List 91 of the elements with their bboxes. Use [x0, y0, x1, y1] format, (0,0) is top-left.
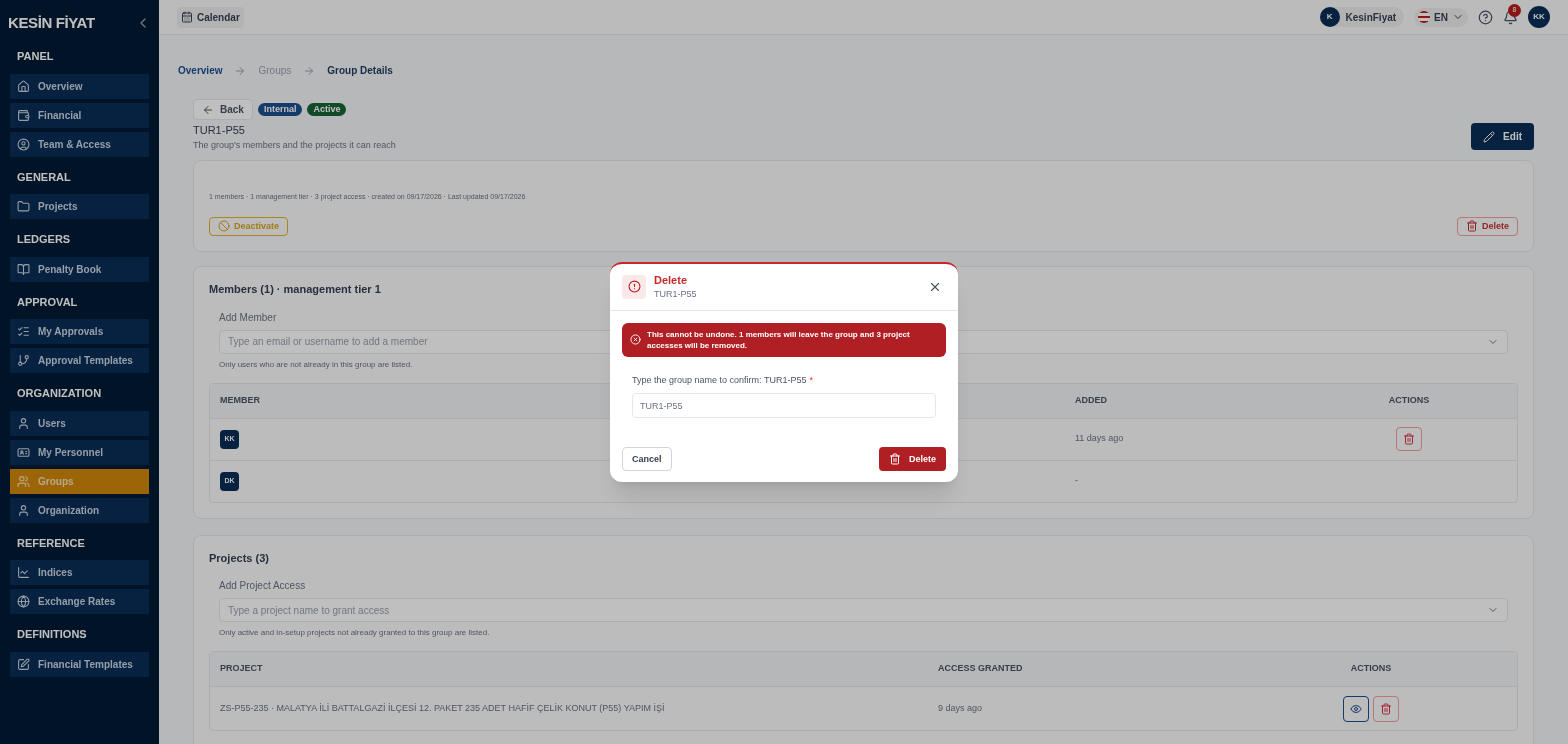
flag-icon	[1418, 11, 1431, 23]
arrow-left-icon	[202, 103, 214, 116]
nav-item[interactable]: Financial Templates	[10, 651, 149, 677]
folder-icon	[17, 200, 30, 213]
field-label: Add Member	[219, 310, 277, 325]
help-icon[interactable]	[1478, 9, 1493, 25]
nav-item[interactable]: Approval Templates	[10, 348, 149, 373]
language-selector[interactable]: EN	[1414, 7, 1468, 27]
trash-icon	[1466, 220, 1478, 233]
nav-item[interactable]: Organization	[10, 497, 149, 523]
dialog-subtitle: TUR1-P55	[654, 288, 697, 302]
cancel-button[interactable]: Cancel	[622, 447, 672, 472]
book-icon	[17, 262, 30, 276]
column-header: PROJECT	[220, 662, 263, 676]
alert-icon	[622, 274, 646, 299]
date-cell: -	[1075, 474, 1078, 488]
brand-logo: KESİN FİYAT	[8, 12, 95, 33]
id-card-icon	[17, 445, 30, 459]
user-icon	[17, 503, 30, 517]
date-cell: 11 days ago	[1075, 432, 1124, 446]
arrow-right-icon	[303, 64, 316, 77]
error-icon	[630, 334, 641, 346]
calendar-button[interactable]: Calendar	[177, 6, 244, 28]
column-header: MEMBER	[220, 393, 260, 407]
home-icon	[17, 79, 30, 93]
section-title: Projects (3)	[209, 550, 269, 566]
group-title: TUR1-P55	[193, 123, 246, 138]
pencil-icon	[1483, 130, 1496, 143]
nav-item[interactable]: Exchange Rates	[10, 589, 149, 614]
section-heading: ORGANIZATION	[16, 386, 103, 401]
remove-button[interactable]	[1373, 695, 1399, 722]
project-cell-text: ZS-P55-235 · MALATYA İLİ BATTALGAZİ İLÇESİ 12. PAKET 235 ADET HAFİF ÇELİK KONUT (P55) YAPIM İŞİ	[220, 701, 665, 715]
field-hint: Only users who are not already in this group are listed.	[219, 358, 413, 371]
breadcrumb: Group Details	[327, 64, 393, 78]
edit-icon	[17, 657, 30, 671]
view-button[interactable]	[1343, 695, 1369, 722]
branch-icon	[17, 354, 30, 367]
warning-text: This cannot be undone. 1 members will leave the group and 3 project accesses will be removed.	[647, 328, 911, 351]
users-icon	[17, 474, 30, 488]
section-heading: PANEL	[16, 49, 55, 64]
eye-icon	[1350, 702, 1362, 715]
field-label: Add Project Access	[219, 579, 306, 593]
group-subtitle: The group's members and the projects it can reach	[193, 138, 396, 152]
edit-button[interactable]: Edit	[1471, 123, 1534, 150]
field-label: Type the group name to confirm: TUR1-P55	[632, 373, 807, 387]
column-header: ACCESS GRANTED	[938, 662, 1023, 676]
nav-item[interactable]: My Approvals	[10, 319, 149, 344]
user-avatar[interactable]: KK	[1528, 6, 1550, 28]
nav-item[interactable]: Penalty Book	[10, 256, 149, 282]
section-title: Members (1) · management tier 1	[209, 282, 381, 297]
nav-item[interactable]: My Personnel	[10, 439, 149, 465]
chart-icon	[17, 566, 30, 579]
ban-icon	[218, 220, 230, 233]
section-heading: LEDGERS	[16, 232, 72, 247]
nav-item[interactable]: Indices	[10, 560, 149, 585]
trash-icon	[1380, 702, 1392, 715]
confirm-delete-button[interactable]: Delete	[879, 447, 946, 472]
trash-icon	[889, 453, 901, 466]
nav-item[interactable]: Overview	[10, 73, 149, 99]
column-header: ACTIONS	[1350, 662, 1392, 676]
arrow-right-icon	[234, 64, 247, 77]
delete-button[interactable]: Delete	[1457, 216, 1518, 236]
date-cell-text: 9 days ago	[938, 701, 983, 715]
breadcrumb[interactable]: Overview	[178, 63, 223, 78]
checklist-icon	[17, 325, 30, 338]
wallet-icon	[17, 108, 30, 122]
nav-item[interactable]: Users	[10, 410, 149, 436]
section-heading: DEFINITIONS	[16, 627, 88, 642]
remove-button[interactable]	[1396, 427, 1422, 451]
section-heading: REFERENCE	[16, 535, 86, 551]
status-badge: Active	[307, 102, 347, 117]
status-badge: Internal	[257, 102, 303, 117]
section-heading: APPROVAL	[16, 294, 79, 310]
dialog-title: Delete	[654, 272, 689, 288]
nav-item[interactable]: Financial	[10, 102, 149, 128]
trash-icon	[1403, 433, 1415, 445]
user-icon	[17, 416, 30, 430]
required-mark: *	[809, 373, 813, 387]
user-circle-icon	[17, 137, 30, 151]
section-heading: GENERAL	[16, 169, 72, 185]
globe-icon	[17, 595, 30, 608]
nav-item[interactable]: Projects	[10, 194, 149, 219]
column-header: ADDED	[1075, 393, 1107, 407]
confirm-input[interactable]: TUR1-P55	[632, 393, 936, 419]
field-hint: Only active and in-setup projects not already granted to this group are listed.	[219, 627, 490, 639]
back-button[interactable]: Back	[193, 99, 253, 120]
account-button[interactable]: K KesinFiyat	[1319, 7, 1405, 27]
nav-item[interactable]: Team & Access	[10, 131, 149, 157]
column-header: ACTIONS	[1388, 393, 1430, 407]
notification-bell-icon[interactable]	[1503, 9, 1518, 25]
calendar-icon	[181, 11, 193, 23]
